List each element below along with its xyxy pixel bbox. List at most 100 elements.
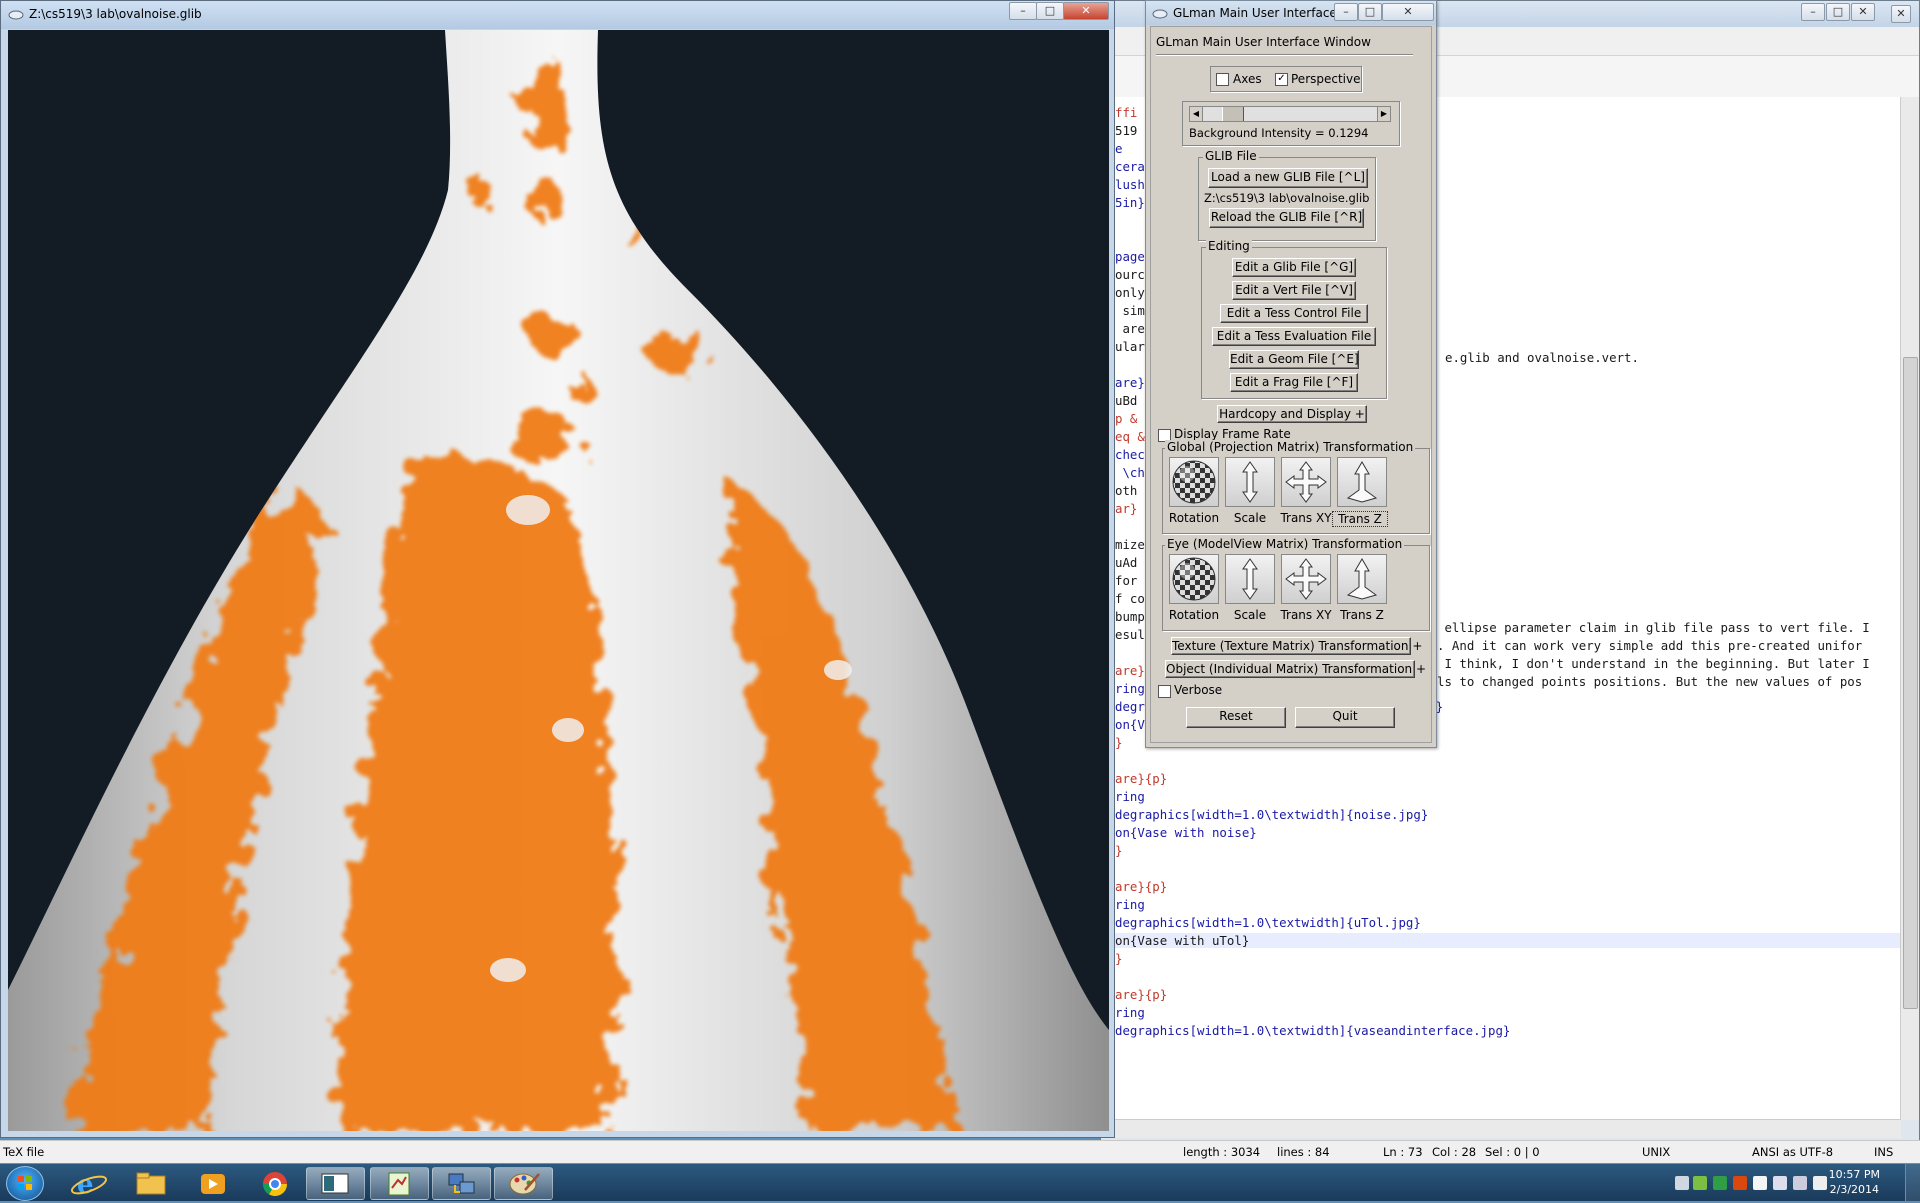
network-icon[interactable] [1793, 1176, 1807, 1190]
show-desktop-button[interactable] [1905, 1164, 1920, 1201]
glman-render-window: Z:\cs519\3 lab\ovalnoise.glib – □ ✕ [0, 0, 1115, 1138]
glman-main-window: GLman Main User Interface ... – □ ✕ GLma… [1145, 0, 1437, 748]
media-player-taskbar-button[interactable] [184, 1167, 243, 1200]
current-glib-path: Z:\cs519\3 lab\ovalnoise.glib [1204, 191, 1370, 205]
perspective-checkbox[interactable]: ✓ [1275, 73, 1288, 86]
glman-titlebar[interactable]: GLman Main User Interface ... – □ ✕ [1146, 1, 1436, 25]
verbose-checkbox[interactable] [1158, 685, 1171, 698]
glman-maximize-button[interactable]: □ [1358, 3, 1382, 21]
clock-time: 10:57 PM [1828, 1168, 1880, 1181]
code-line: oth [1115, 483, 1145, 498]
global-trans-xy-control[interactable] [1281, 457, 1331, 507]
eye-trans-z-control[interactable] [1337, 554, 1387, 604]
global-scale-control[interactable] [1225, 457, 1275, 507]
system-clock[interactable]: 10:57 PM 2/3/2014 [1829, 1167, 1880, 1197]
code-line: } [1115, 843, 1123, 858]
glman-close-button[interactable]: ✕ [1382, 3, 1434, 21]
object-transformation-button[interactable]: Object (Individual Matrix) Transformatio… [1165, 660, 1426, 678]
global-rotation-control[interactable] [1169, 457, 1219, 507]
quit-button[interactable]: Quit [1295, 707, 1395, 728]
edit-frag-button[interactable]: Edit a Frag File [^F] [1230, 373, 1358, 392]
code-line: degraphics[width=1.0\textwidth]{uTol.jpg… [1115, 915, 1421, 930]
editor-close-button[interactable]: ✕ [1851, 3, 1875, 21]
edit-tess-control-button[interactable]: Edit a Tess Control File [1220, 304, 1368, 323]
tray-app-icon[interactable] [1753, 1176, 1767, 1190]
editing-group-label: Editing [1206, 239, 1252, 253]
slider-right-arrow[interactable]: ▶ [1377, 107, 1390, 121]
paint-taskbar-button[interactable] [494, 1167, 553, 1200]
move-arrows-icon [1285, 461, 1327, 503]
edit-vert-button[interactable]: Edit a Vert File [^V] [1232, 281, 1356, 300]
global-trans-z-label: Trans Z [1332, 511, 1388, 527]
app-icon [8, 10, 24, 20]
code-line: only [1115, 285, 1145, 300]
code-line: ring [1115, 897, 1145, 912]
slider-thumb[interactable] [1222, 107, 1245, 121]
render-titlebar[interactable]: Z:\cs519\3 lab\ovalnoise.glib – □ ✕ [1, 1, 1114, 29]
volume-icon[interactable] [1813, 1176, 1827, 1190]
render-window-title: Z:\cs519\3 lab\ovalnoise.glib [29, 7, 202, 21]
code-line: 519 [1115, 123, 1138, 138]
editor-maximize-button[interactable]: □ [1826, 3, 1850, 21]
eye-trans-xy-control[interactable] [1281, 554, 1331, 604]
reload-glib-button[interactable]: Reload the GLIB File [^R] [1209, 208, 1364, 228]
show-hidden-icons[interactable] [1675, 1176, 1689, 1190]
chrome-taskbar-button[interactable] [246, 1167, 305, 1200]
verbose-label: Verbose [1174, 683, 1223, 697]
eye-scale-label: Scale [1233, 608, 1267, 622]
doc-length: length : 3034 [1183, 1145, 1261, 1159]
code-line-tail: . And it can work very simple add this p… [1437, 638, 1863, 653]
edit-glib-button[interactable]: Edit a Glib File [^G] [1232, 258, 1356, 277]
clock-date: 2/3/2014 [1829, 1183, 1880, 1196]
code-line: are} [1115, 375, 1145, 390]
code-line: eq & [1115, 429, 1145, 444]
internet-explorer-taskbar-button[interactable]: e [60, 1167, 119, 1200]
nvidia-icon[interactable] [1693, 1176, 1707, 1190]
render-maximize-button[interactable]: □ [1036, 2, 1064, 20]
opengl-canvas[interactable] [8, 30, 1109, 1131]
editor-horizontal-scrollbar[interactable] [1101, 1119, 1901, 1138]
editor-vertical-scrollbar[interactable] [1900, 97, 1919, 1120]
code-line: ring [1115, 1005, 1145, 1020]
edit-tess-evaluation-button[interactable]: Edit a Tess Evaluation File [1212, 327, 1376, 346]
slider-left-arrow[interactable]: ◀ [1190, 107, 1203, 121]
file-explorer-taskbar-button[interactable] [122, 1167, 181, 1200]
code-line: esul [1115, 627, 1145, 642]
editor-doc-close-icon[interactable]: ✕ [1891, 5, 1911, 23]
code-line: are}{p} [1115, 771, 1168, 786]
code-line-tail: ellipse parameter claim in glib file pas… [1437, 620, 1870, 635]
hardcopy-and-display-button[interactable]: Hardcopy and Display + [1217, 405, 1367, 423]
editor-minimize-button[interactable]: – [1801, 3, 1825, 21]
tray-app-icon[interactable] [1713, 1176, 1727, 1190]
intensity-slider[interactable]: ◀ ▶ [1189, 106, 1391, 122]
eye-rotation-control[interactable] [1169, 554, 1219, 604]
background-intensity-box: ◀ ▶ Background Intensity = 0.1294 [1182, 101, 1400, 146]
network-tool-taskbar-button[interactable] [432, 1167, 491, 1200]
selection-info: Sel : 0 | 0 [1485, 1145, 1540, 1159]
eye-scale-control[interactable] [1225, 554, 1275, 604]
divider [1156, 54, 1413, 56]
glman-taskbar-button[interactable] [306, 1167, 365, 1200]
eye-trans-z-label: Trans Z [1340, 608, 1384, 622]
edit-geom-button[interactable]: Edit a Geom File [^E] [1229, 350, 1359, 369]
code-line-tail: ls to changed points positions. But the … [1437, 674, 1863, 689]
texture-transformation-button[interactable]: Texture (Texture Matrix) Transformation … [1171, 637, 1422, 655]
glib-file-group: GLIB File Load a new GLIB File [^L] Z:\c… [1198, 149, 1376, 241]
start-button[interactable] [6, 1166, 44, 1201]
action-center-icon[interactable] [1773, 1176, 1787, 1190]
code-line: ourc [1115, 267, 1145, 282]
global-trans-z-control[interactable] [1337, 457, 1387, 507]
code-line: sim [1115, 303, 1145, 318]
axes-checkbox[interactable] [1216, 73, 1229, 86]
reset-button[interactable]: Reset [1186, 707, 1286, 728]
texture-transformation-label: Texture (Texture Matrix) Transformation [1172, 639, 1409, 653]
glman-minimize-button[interactable]: – [1334, 3, 1358, 21]
notepad-plus-taskbar-button[interactable] [370, 1167, 429, 1200]
render-close-button[interactable]: ✕ [1063, 2, 1109, 20]
global-trans-xy-label: Trans XY [1280, 511, 1332, 525]
insert-mode: INS [1874, 1145, 1894, 1159]
load-glib-button[interactable]: Load a new GLIB File [^L] [1208, 168, 1368, 188]
render-minimize-button[interactable]: – [1009, 2, 1037, 20]
scroll-thumb[interactable] [1903, 357, 1918, 1009]
tray-app-icon[interactable] [1733, 1176, 1747, 1190]
